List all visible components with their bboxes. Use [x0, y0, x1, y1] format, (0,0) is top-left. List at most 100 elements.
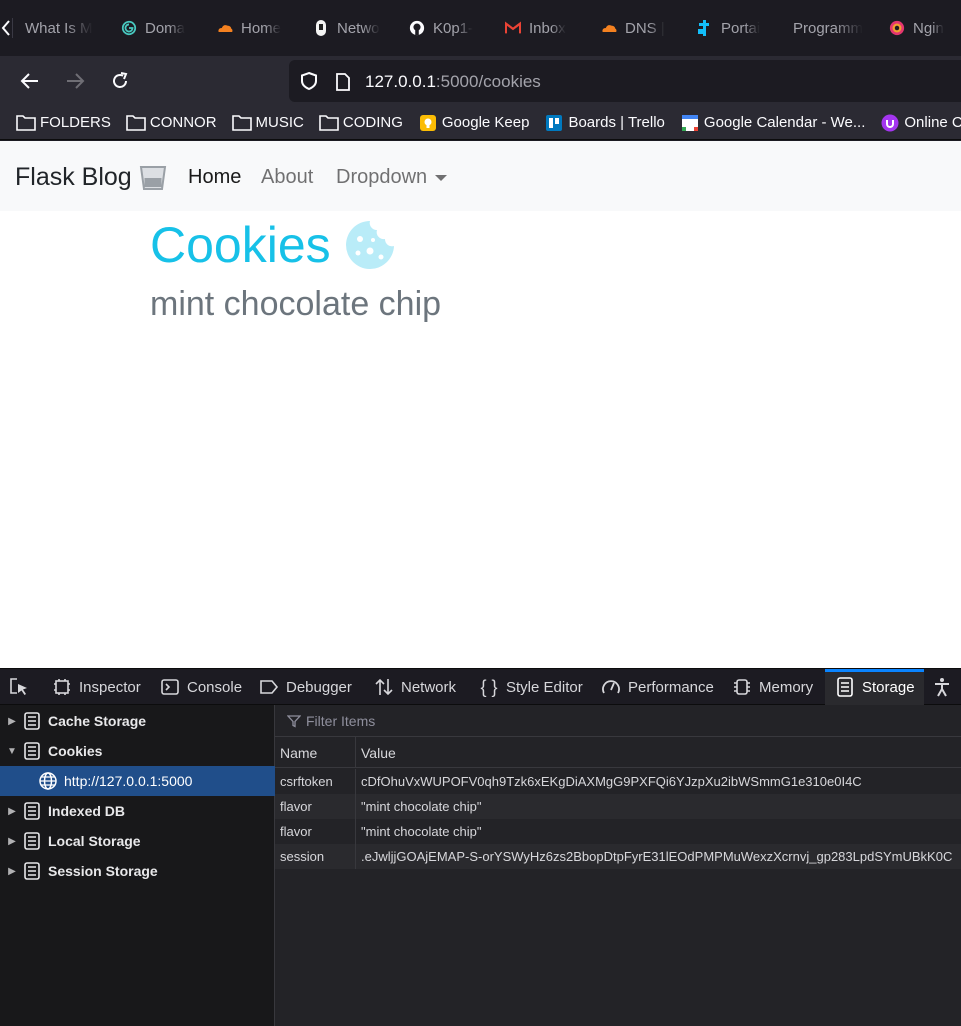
folder-icon — [231, 114, 252, 132]
bookmark-trello[interactable]: Boards | Trello — [544, 114, 665, 132]
cookie-flavor-text: mint chocolate chip — [150, 285, 442, 323]
tab-debugger[interactable]: Debugger — [259, 669, 352, 705]
tab-inbox[interactable]: Inbox — [493, 0, 589, 56]
table-row[interactable]: flavor "mint chocolate chip" — [275, 819, 961, 844]
column-divider — [355, 794, 356, 819]
active-tab-indicator — [825, 669, 924, 672]
tab-home[interactable]: Home — [205, 0, 301, 56]
nav-dropdown-toggle[interactable]: Dropdown — [336, 166, 448, 189]
filter-icon — [287, 714, 301, 728]
element-picker-button[interactable] — [9, 669, 36, 705]
tree-item-local-storage[interactable]: ▶ Local Storage — [0, 826, 275, 856]
page-icon[interactable] — [335, 73, 351, 91]
tab-label: Netwo — [337, 19, 380, 37]
back-button[interactable] — [14, 65, 46, 97]
bookmark-coding[interactable]: CODING — [319, 114, 403, 132]
triangle-right-icon: ▶ — [8, 805, 16, 817]
column-header-name[interactable]: Name — [280, 745, 317, 761]
cookie-value: .eJwljjGOAjEMAP-S-orYSWyHz6zs2BbopDtpFyr… — [361, 849, 953, 864]
tab-programming[interactable]: Programm — [781, 0, 877, 56]
filter-items-input[interactable]: Filter Items — [275, 705, 961, 737]
column-divider — [355, 844, 356, 869]
reload-button[interactable] — [104, 65, 136, 97]
tree-item-session-storage[interactable]: ▶ Session Storage — [0, 856, 275, 886]
gauge-icon — [601, 677, 621, 697]
nav-link-about[interactable]: About — [261, 166, 313, 189]
nginx-icon — [889, 20, 905, 36]
tab-network[interactable]: Netwo — [301, 0, 397, 56]
shield-icon[interactable] — [299, 71, 319, 91]
bookmark-google-calendar[interactable]: Google Calendar - We... — [680, 114, 865, 132]
tab-portainer[interactable]: Portai — [685, 0, 781, 56]
page-viewport: Flask Blog Home About Dropdown Cookies m… — [0, 141, 961, 668]
table-row[interactable]: csrftoken cDfOhuVxWUPOFV0qh9Tzk6xEKgDiAX… — [275, 769, 961, 794]
tab-memory[interactable]: Memory — [732, 669, 813, 705]
table-row[interactable]: flavor "mint chocolate chip" — [275, 794, 961, 819]
bookmark-online-courses[interactable]: Online Cou — [880, 114, 961, 132]
page-title: Cookies — [150, 217, 331, 273]
tab-style-editor[interactable]: { } Style Editor — [479, 669, 583, 705]
bookmark-label: CONNOR — [149, 114, 217, 131]
accessibility-tab[interactable] — [932, 669, 959, 705]
devtools-toolbar: Inspector Console Debugger Network { } S… — [0, 669, 961, 705]
tab-console[interactable]: Console — [160, 669, 242, 705]
tab-storage[interactable]: Storage — [825, 669, 924, 705]
bookmark-label: Google Calendar - We... — [703, 114, 866, 131]
column-header-value[interactable]: Value — [361, 745, 396, 761]
bookmark-label: CODING — [342, 114, 403, 131]
tab-performance[interactable]: Performance — [601, 669, 714, 705]
tab-label: What Is M — [25, 19, 93, 37]
github-icon — [409, 20, 425, 36]
brand-link[interactable]: Flask Blog — [15, 163, 167, 192]
tab-label: Memory — [759, 678, 814, 696]
tab-label: Storage — [862, 678, 915, 696]
tree-label: Local Storage — [48, 833, 141, 849]
tab-label: Inspector — [79, 678, 141, 696]
tree-label: http://127.0.0.1:5000 — [64, 773, 193, 789]
caret-down-icon — [435, 174, 448, 181]
cookie-table-panel: Filter Items Name Value csrftoken cDfOhu… — [275, 705, 961, 1026]
column-divider — [355, 819, 356, 844]
tab-domain[interactable]: Doma — [109, 0, 205, 56]
network-icon — [313, 20, 329, 36]
triangle-right-icon: ▶ — [8, 715, 16, 727]
address-bar[interactable]: 127.0.0.1:5000/cookies — [289, 60, 961, 102]
tab-label: Style Editor — [506, 678, 583, 696]
cookie-name: session — [280, 849, 325, 864]
tab-github[interactable]: K0p1- — [397, 0, 493, 56]
tab-scroll-left-button[interactable] — [0, 0, 12, 56]
tab-label: Inbox — [529, 19, 566, 37]
tree-item-cache-storage[interactable]: ▶ Cache Storage — [0, 706, 275, 736]
tab-label: Home — [241, 19, 282, 37]
bookmark-music[interactable]: MUSIC — [231, 114, 304, 132]
bookmark-google-keep[interactable]: Google Keep — [418, 114, 530, 132]
cookie-value: cDfOhuVxWUPOFV0qh9Tzk6xEKgDiAXMgG9PXFQi6… — [361, 774, 862, 789]
bookmark-label: Boards | Trello — [568, 114, 665, 131]
tab-nginx[interactable]: Ngin — [877, 0, 961, 56]
trello-icon — [544, 114, 564, 132]
bookmark-label: MUSIC — [255, 114, 304, 131]
tab-what-is[interactable]: What Is M — [13, 0, 109, 56]
url-path: :5000/cookies — [435, 72, 541, 91]
forward-button[interactable] — [59, 65, 91, 97]
tab-dns[interactable]: DNS | — [589, 0, 685, 56]
inspector-icon — [52, 677, 72, 697]
bookmark-connor[interactable]: CONNOR — [126, 114, 217, 132]
page-heading: Cookies — [150, 217, 396, 273]
nav-link-home[interactable]: Home — [188, 166, 241, 189]
url-text[interactable]: 127.0.0.1:5000/cookies — [365, 72, 541, 92]
table-row[interactable]: session .eJwljjGOAjEMAP-S-orYSWyHz6zs2Bb… — [275, 844, 961, 869]
arrow-left-icon — [20, 73, 38, 89]
bookmark-folders[interactable]: FOLDERS — [16, 114, 111, 132]
tab-network[interactable]: Network — [374, 669, 456, 705]
cookie-icon — [345, 221, 394, 269]
bookmark-label: Google Keep — [441, 114, 530, 131]
bookmark-label: Online Cou — [904, 114, 961, 131]
tree-item-host[interactable]: http://127.0.0.1:5000 — [0, 766, 275, 796]
tree-item-indexed-db[interactable]: ▶ Indexed DB — [0, 796, 275, 826]
tab-inspector[interactable]: Inspector — [52, 669, 141, 705]
keep-icon — [418, 114, 438, 132]
storage-icon — [835, 677, 855, 697]
tree-item-cookies[interactable]: ▼ Cookies — [0, 736, 275, 766]
url-host: 127.0.0.1 — [365, 72, 436, 91]
